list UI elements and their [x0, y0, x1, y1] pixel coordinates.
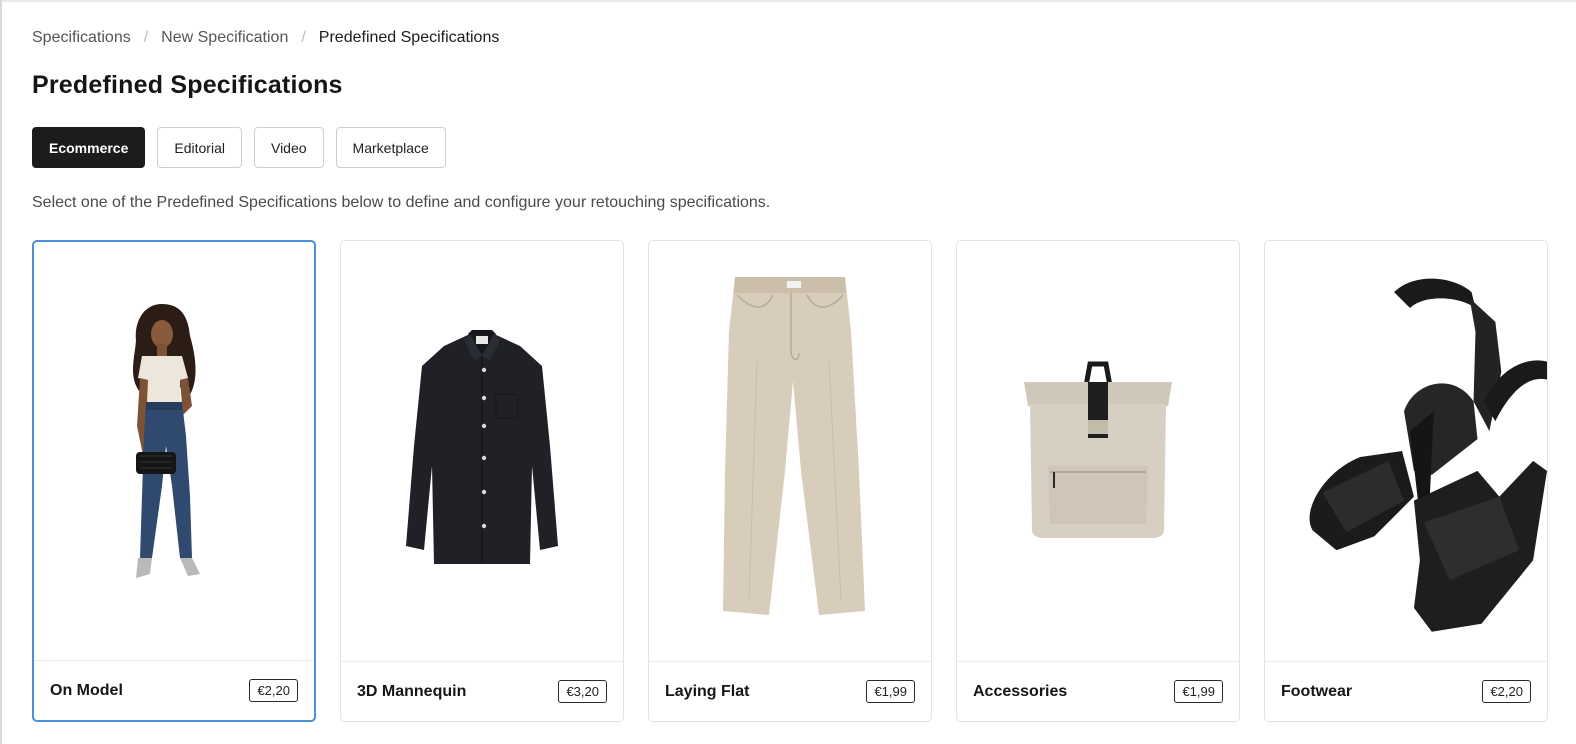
on-model-image — [34, 242, 314, 660]
laying-flat-image — [649, 241, 931, 661]
card-title: On Model — [50, 681, 123, 699]
spec-card-on-model[interactable]: On Model €2,20 — [32, 240, 316, 722]
3d-mannequin-image — [341, 241, 623, 661]
breadcrumb-predefined-specifications: Predefined Specifications — [318, 29, 500, 46]
spec-card-accessories[interactable]: Accessories €1,99 — [956, 240, 1240, 722]
card-footer: Footwear €2,20 — [1265, 661, 1547, 721]
card-title: Accessories — [973, 682, 1068, 700]
spec-card-3d-mannequin[interactable]: 3D Mannequin €3,20 — [340, 240, 624, 722]
window-left-edge — [0, 0, 2, 744]
window-top-edge — [0, 0, 1576, 2]
price-badge: €1,99 — [866, 680, 915, 703]
tab-ecommerce[interactable]: Ecommerce — [32, 127, 146, 168]
breadcrumb: Specifications / New Specification / Pre… — [32, 29, 499, 47]
breadcrumb-new-specification[interactable]: New Specification — [161, 29, 288, 47]
tab-editorial[interactable]: Editorial — [157, 127, 242, 168]
page-title: Predefined Specifications — [32, 71, 343, 99]
specification-cards: On Model €2,20 3D Mannequin €3,20 Laying… — [32, 240, 1572, 722]
footwear-image — [1265, 241, 1547, 661]
price-badge: €2,20 — [249, 679, 298, 702]
price-badge: €1,99 — [1174, 680, 1223, 703]
card-footer: Laying Flat €1,99 — [649, 661, 931, 721]
breadcrumb-specifications[interactable]: Specifications — [32, 29, 131, 47]
price-badge: €2,20 — [1482, 680, 1531, 703]
accessories-image — [957, 241, 1239, 661]
card-footer: Accessories €1,99 — [957, 661, 1239, 721]
page-description: Select one of the Predefined Specificati… — [32, 194, 771, 211]
spec-card-footwear[interactable]: Footwear €2,20 — [1264, 240, 1548, 722]
tab-video[interactable]: Video — [253, 127, 324, 168]
spec-card-laying-flat[interactable]: Laying Flat €1,99 — [648, 240, 932, 722]
price-badge: €3,20 — [558, 680, 607, 703]
card-footer: On Model €2,20 — [34, 660, 314, 720]
tab-marketplace[interactable]: Marketplace — [335, 127, 446, 168]
breadcrumb-separator: / — [301, 29, 306, 46]
card-title: 3D Mannequin — [357, 682, 467, 700]
card-title: Footwear — [1281, 682, 1353, 700]
category-tabs: Ecommerce Editorial Video Marketplace — [32, 127, 458, 168]
card-title: Laying Flat — [665, 682, 750, 700]
card-footer: 3D Mannequin €3,20 — [341, 661, 623, 721]
breadcrumb-separator: / — [143, 29, 149, 46]
